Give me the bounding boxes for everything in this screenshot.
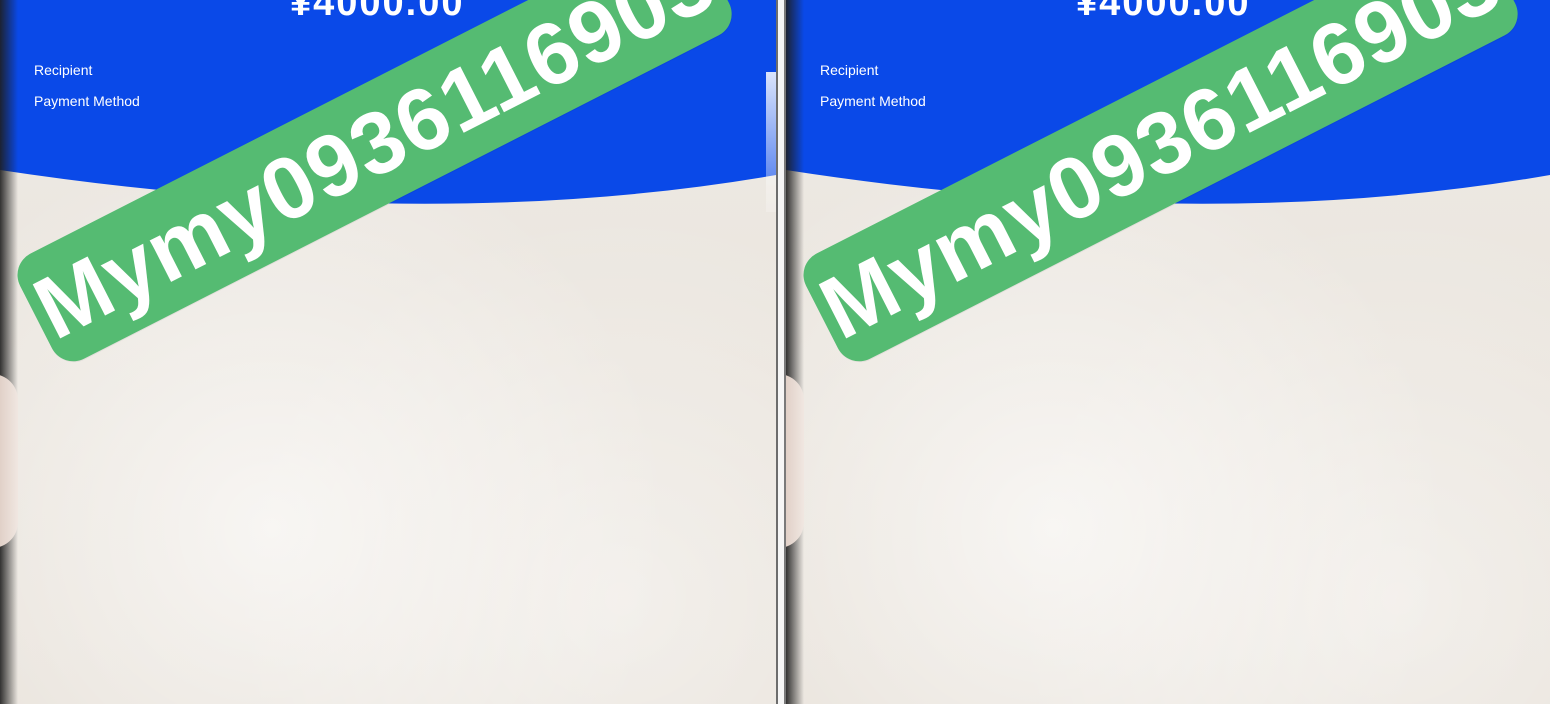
left-device-edge-shadow	[0, 0, 18, 704]
right-finger-overlay	[786, 374, 804, 548]
left-phone-screen: ¥4000.00 Recipient Payment Method Mymy09…	[0, 0, 776, 704]
right-phone-screen: ¥4000.00 Recipient Payment Method Mymy09…	[786, 0, 1550, 704]
right-device-edge-shadow	[786, 0, 804, 704]
right-payment-amount: ¥4000.00	[1076, 0, 1251, 24]
left-payment-method-label: Payment Method	[34, 93, 140, 109]
left-finger-overlay	[0, 374, 18, 548]
left-recipient-label: Recipient	[34, 62, 93, 78]
pane-divider	[776, 0, 786, 704]
left-payment-amount: ¥4000.00	[290, 0, 465, 24]
left-side-reflection	[766, 72, 776, 212]
screenshot-canvas: ¥4000.00 Recipient Payment Method Mymy09…	[0, 0, 1550, 704]
right-payment-method-label: Payment Method	[820, 93, 926, 109]
right-recipient-label: Recipient	[820, 62, 879, 78]
